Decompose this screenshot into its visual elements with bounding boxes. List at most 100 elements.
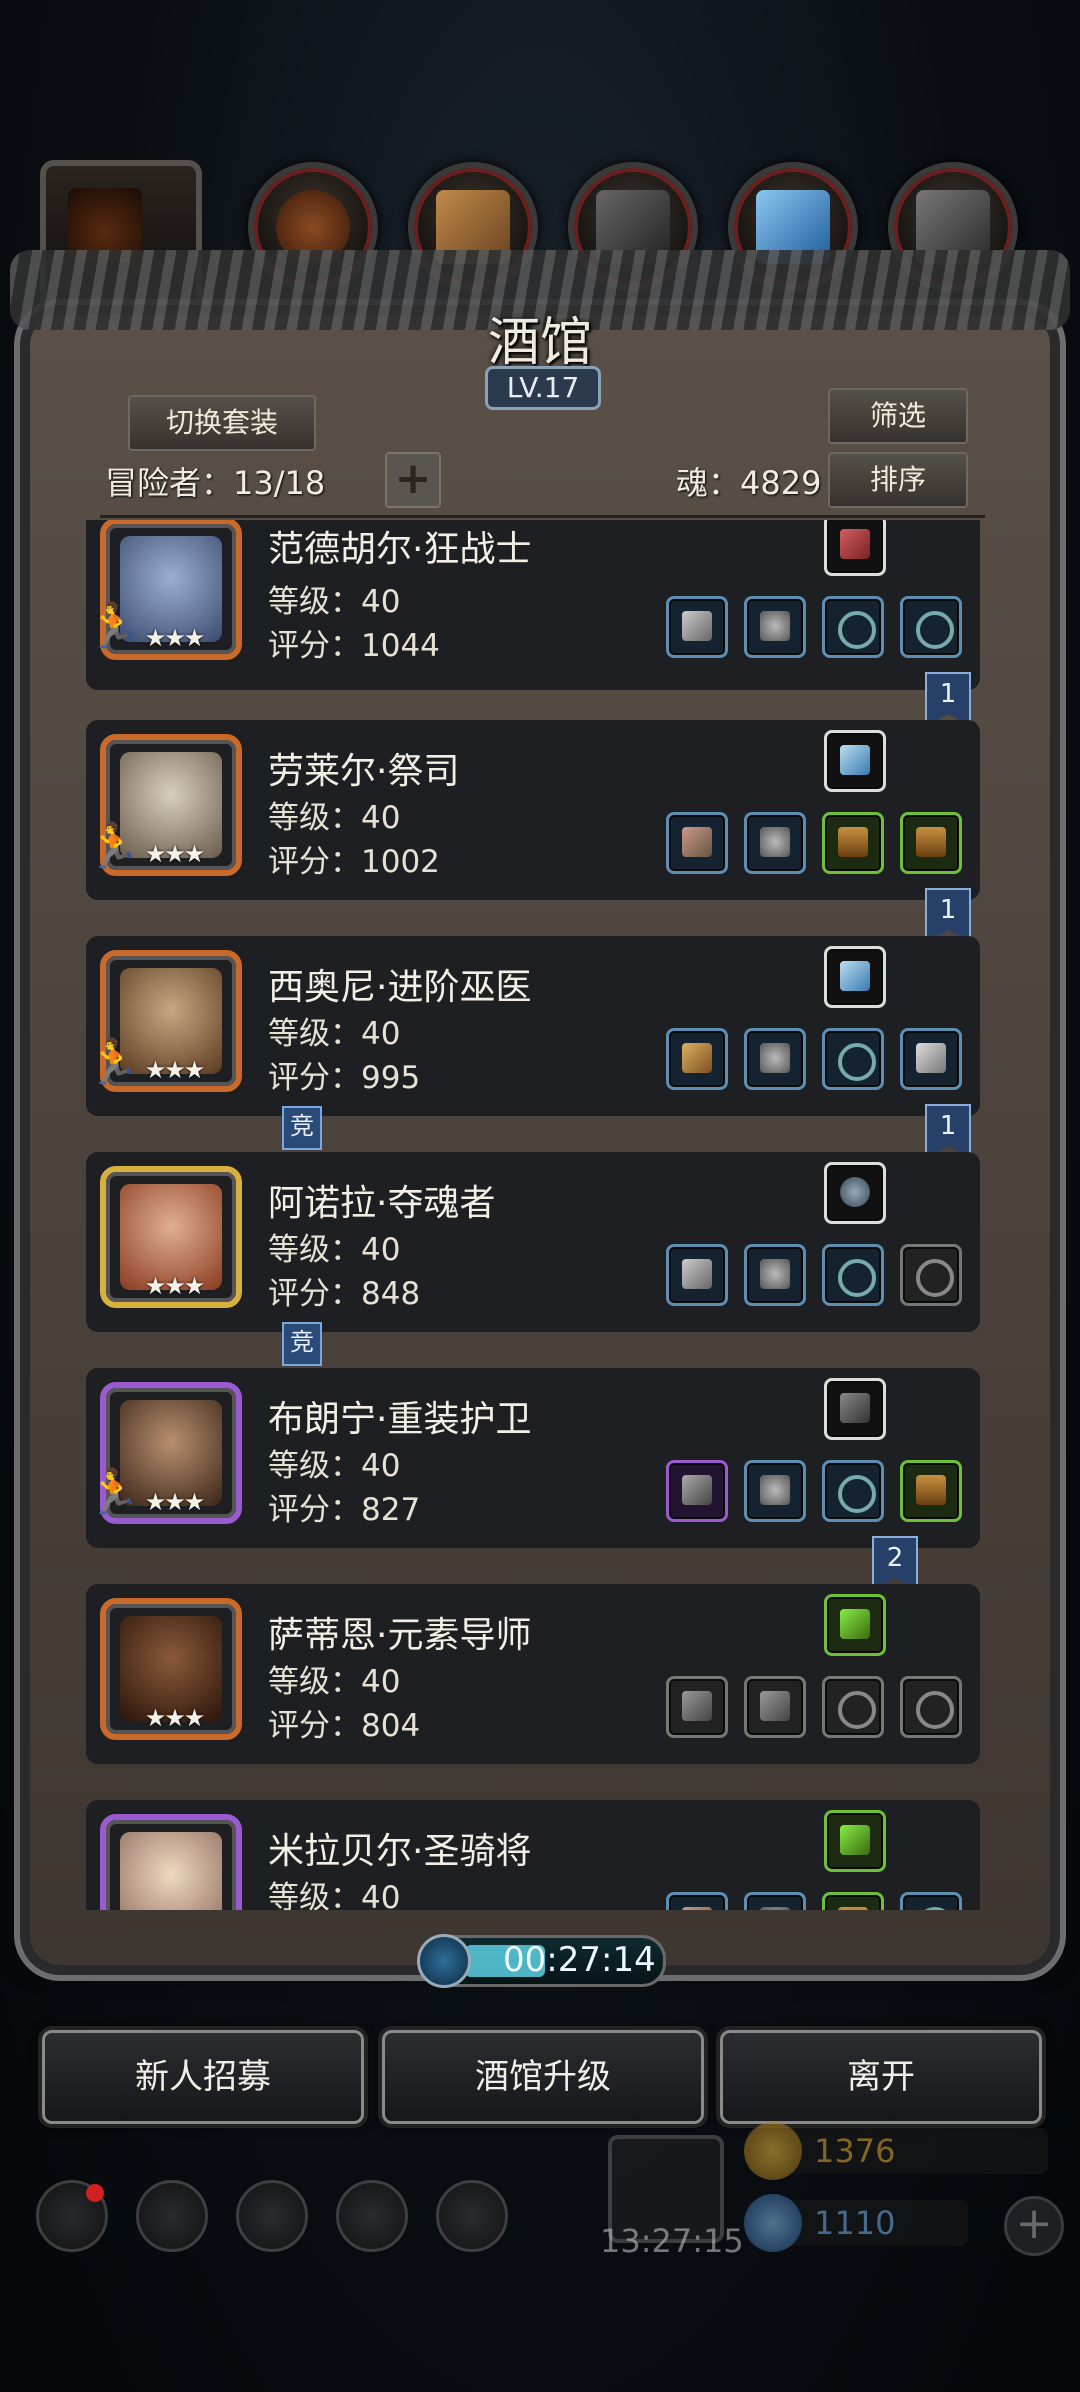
chest-slot[interactable]: [900, 812, 962, 874]
hero-level: 等级：40: [268, 576, 400, 621]
mace-icon: [682, 1907, 712, 1910]
accessory-slot[interactable]: [824, 1378, 886, 1440]
ring-slot[interactable]: [900, 596, 962, 658]
crystal-icon: [840, 745, 870, 775]
level-label: 等级：: [268, 1880, 361, 1910]
score-value: 1002: [361, 844, 440, 880]
weapon-slot[interactable]: [666, 596, 728, 658]
page-title: 酒馆: [487, 313, 592, 373]
ring-slot[interactable]: [822, 1028, 884, 1090]
ring-slot[interactable]: [822, 596, 884, 658]
helmet-slot[interactable]: [744, 1460, 806, 1522]
weapon-slot-empty[interactable]: [666, 1676, 728, 1738]
chest-armor-icon: [838, 827, 868, 857]
helmet-icon: [760, 1043, 790, 1073]
score-value: 804: [361, 1708, 421, 1744]
avatar: [120, 1832, 222, 1910]
accessory-slot[interactable]: [824, 1810, 886, 1872]
hero-name: 范德胡尔·狂战士: [268, 529, 532, 570]
hero-portrait[interactable]: ★★★: [100, 1814, 242, 1910]
hero-level: 等级：40: [268, 1224, 400, 1269]
helmet-slot[interactable]: [744, 1892, 806, 1910]
hero-score: 评分：848: [268, 1268, 420, 1313]
chest-slot[interactable]: [900, 1460, 962, 1522]
weapon-slot[interactable]: [666, 1460, 728, 1522]
leave-button[interactable]: 离开: [720, 2030, 1042, 2124]
accessory-slot[interactable]: [824, 730, 886, 792]
recruit-button[interactable]: 新人招募: [42, 2030, 364, 2124]
upgrade-tavern-button[interactable]: 酒馆升级: [382, 2030, 704, 2124]
sort-button[interactable]: 排序: [828, 452, 968, 508]
score-label: 评分：: [268, 1492, 361, 1528]
level-value: 40: [361, 1232, 401, 1268]
level-label: 等级：: [268, 1016, 361, 1052]
helmet-slot[interactable]: [744, 596, 806, 658]
hero-score: 评分：995: [268, 1052, 420, 1097]
map-icon[interactable]: [436, 2180, 508, 2252]
weapon-slot[interactable]: [666, 812, 728, 874]
arena-badge: 竞: [282, 1106, 322, 1150]
armor-icon: [760, 1691, 790, 1721]
ring-icon: [916, 1907, 954, 1910]
hero-score: 评分：804: [268, 1700, 420, 1745]
accessory-slot[interactable]: [824, 520, 886, 576]
mail-icon[interactable]: [336, 2180, 408, 2252]
level-value: 40: [361, 1448, 401, 1484]
level-label: 等级：: [268, 584, 361, 620]
hero-name: 米拉贝尔·圣骑将: [268, 1831, 532, 1872]
chest-slot[interactable]: [822, 1892, 884, 1910]
ring-slot[interactable]: [822, 1244, 884, 1306]
accessory-slot[interactable]: [824, 946, 886, 1008]
ring-slot-empty[interactable]: [822, 1676, 884, 1738]
ring-icon: [916, 611, 954, 649]
ring-icon: [916, 1691, 954, 1729]
score-value: 827: [361, 1492, 421, 1528]
level-label: 等级：: [268, 800, 361, 836]
weapon-slot[interactable]: [666, 1244, 728, 1306]
rune-icon: [840, 1609, 870, 1639]
helmet-slot[interactable]: [744, 812, 806, 874]
armor-slot-empty[interactable]: [744, 1676, 806, 1738]
add-slot-button[interactable]: +: [385, 452, 441, 508]
chest-slot[interactable]: [822, 812, 884, 874]
switch-outfit-button[interactable]: 切换套装: [128, 395, 316, 451]
hero-portrait[interactable]: ★★★: [100, 1166, 242, 1308]
adventurer-count: 冒险者：13/18: [105, 458, 325, 504]
hero-portrait[interactable]: ★★★: [100, 1598, 242, 1740]
weapon-slot[interactable]: [666, 1892, 728, 1910]
running-figure-icon: 🏃: [86, 1467, 141, 1518]
chest-armor-icon: [916, 827, 946, 857]
hero-level: 等级：40: [268, 1008, 400, 1053]
ring-slot[interactable]: [822, 1460, 884, 1522]
ring-slot-empty[interactable]: [900, 1676, 962, 1738]
accessory-slot[interactable]: [824, 1594, 886, 1656]
gauntlet-slot[interactable]: [900, 1028, 962, 1090]
hero-name: 阿诺拉·夺魂者: [268, 1183, 496, 1224]
level-value: 40: [361, 1016, 401, 1052]
score-label: 评分：: [268, 1276, 361, 1312]
sword-icon: [682, 1475, 712, 1505]
star-icon[interactable]: [136, 2180, 208, 2252]
gem-counter: 1110: [744, 2194, 968, 2252]
running-figure-icon: 🏃: [86, 821, 141, 872]
weapon-slot[interactable]: [666, 1028, 728, 1090]
glove-icon: [840, 1393, 870, 1423]
ring-icon: [838, 1475, 876, 1513]
clock-icon: [417, 1934, 471, 1988]
level-badge: LV.17: [485, 366, 601, 410]
soul-value: 4829: [740, 464, 822, 502]
gold-icon: [744, 2122, 802, 2180]
staff-icon: [682, 1691, 712, 1721]
helmet-slot[interactable]: [744, 1244, 806, 1306]
ring-slot[interactable]: [900, 1892, 962, 1910]
ring-slot-empty[interactable]: [900, 1244, 962, 1306]
hero-score: 评分：827: [268, 1484, 420, 1529]
filter-button[interactable]: 筛选: [828, 388, 968, 444]
accessory-slot[interactable]: [824, 1162, 886, 1224]
hero-list[interactable]: ★★★ 🏃 范德胡尔·狂战士 等级：40 评分：1044 1 ★★★ 🏃 劳莱尔…: [68, 520, 980, 1910]
rank-flag: 2: [872, 1536, 918, 1590]
helmet-slot[interactable]: [744, 1028, 806, 1090]
guild-icon[interactable]: [236, 2180, 308, 2252]
add-gems-button[interactable]: +: [1004, 2196, 1064, 2256]
hero-level: 等级：40: [268, 792, 400, 837]
